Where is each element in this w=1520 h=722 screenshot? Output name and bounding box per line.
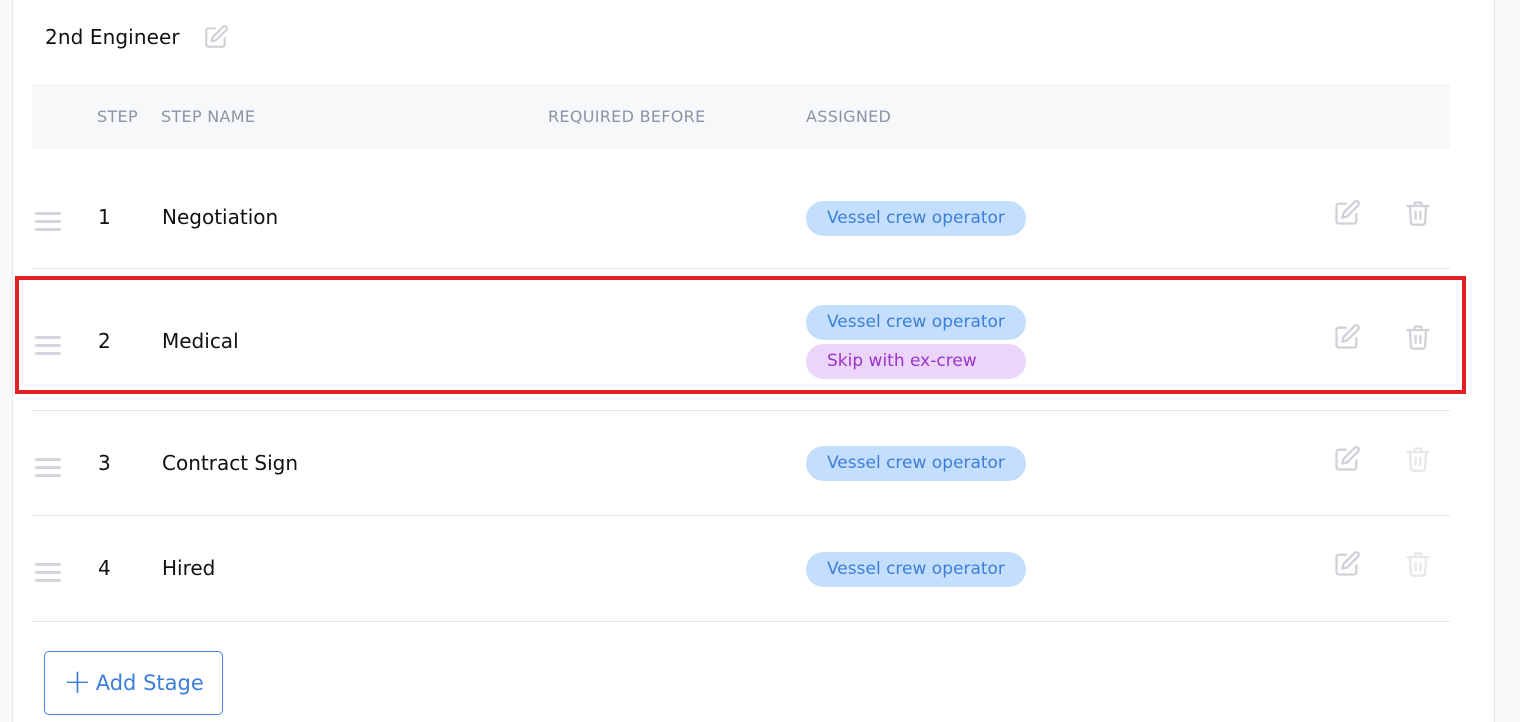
delete-step-button: [1404, 550, 1432, 578]
trash-icon: [1406, 325, 1430, 350]
step-number: 2: [98, 329, 111, 353]
drag-handle[interactable]: [35, 558, 61, 587]
assigned-tags: Vessel crew operator: [806, 551, 1026, 587]
drag-handle[interactable]: [35, 207, 61, 236]
edit-icon: [1335, 200, 1360, 225]
assigned-tag: Vessel crew operator: [806, 200, 1026, 236]
edit-step-button[interactable]: [1333, 199, 1361, 227]
delete-step-button: [1404, 445, 1432, 473]
edit-step-button[interactable]: [1333, 445, 1361, 473]
delete-step-button[interactable]: [1404, 199, 1432, 227]
edit-icon: [1335, 324, 1360, 349]
assigned-tag: Skip with ex-crew: [806, 344, 1026, 379]
step-name: Contract Sign: [162, 450, 299, 475]
section-title: 2nd Engineer: [45, 25, 180, 49]
section-header: 2nd Engineer: [45, 20, 230, 54]
step-number: 4: [98, 556, 111, 580]
assigned-tag: Vessel crew operator: [806, 551, 1026, 587]
assigned-tags: Vessel crew operator: [806, 200, 1026, 236]
header-step-name: STEP NAME: [161, 107, 256, 126]
header-assigned: ASSIGNED: [806, 107, 892, 126]
edit-step-button[interactable]: [1333, 323, 1361, 351]
edit-icon: [204, 25, 228, 48]
assigned-tag: Vessel crew operator: [806, 446, 1026, 481]
header-step: STEP: [97, 107, 138, 126]
assigned-tag: Vessel crew operator: [806, 305, 1026, 340]
step-name: Negotiation: [162, 205, 279, 229]
edit-icon: [1335, 445, 1360, 471]
trash-icon: [1406, 201, 1430, 226]
assigned-tags: Vessel crew operator Skip with ex-crew: [806, 305, 1026, 379]
drag-handle[interactable]: [35, 331, 61, 360]
plus-icon: +: [63, 661, 92, 702]
add-stage-button[interactable]: + Add Stage: [44, 651, 223, 715]
step-number: 1: [98, 205, 111, 229]
edit-icon: [1335, 551, 1360, 576]
trash-icon: [1406, 552, 1430, 577]
trash-icon: [1406, 446, 1430, 472]
table-row: 2 Medical Vessel crew operator Skip with …: [32, 269, 1450, 411]
table-row: 1 Negotiation Vessel crew operator: [32, 149, 1450, 269]
delete-step-button[interactable]: [1404, 323, 1432, 351]
drag-handle[interactable]: [35, 453, 61, 482]
table-row: 4 Hired Vessel crew operator: [32, 516, 1450, 622]
header-required-before: REQUIRED BEFORE: [548, 107, 706, 126]
add-stage-label: Add Stage: [95, 671, 204, 695]
table-row: 3 Contract Sign Vessel crew operator: [32, 411, 1450, 516]
edit-step-button[interactable]: [1333, 550, 1361, 578]
step-number: 3: [98, 450, 111, 475]
assigned-tags: Vessel crew operator: [806, 446, 1026, 481]
table-header: STEP STEP NAME REQUIRED BEFORE ASSIGNED: [32, 84, 1450, 149]
step-name: Hired: [162, 556, 216, 580]
edit-title-button[interactable]: [202, 23, 230, 51]
step-name: Medical: [162, 329, 239, 353]
